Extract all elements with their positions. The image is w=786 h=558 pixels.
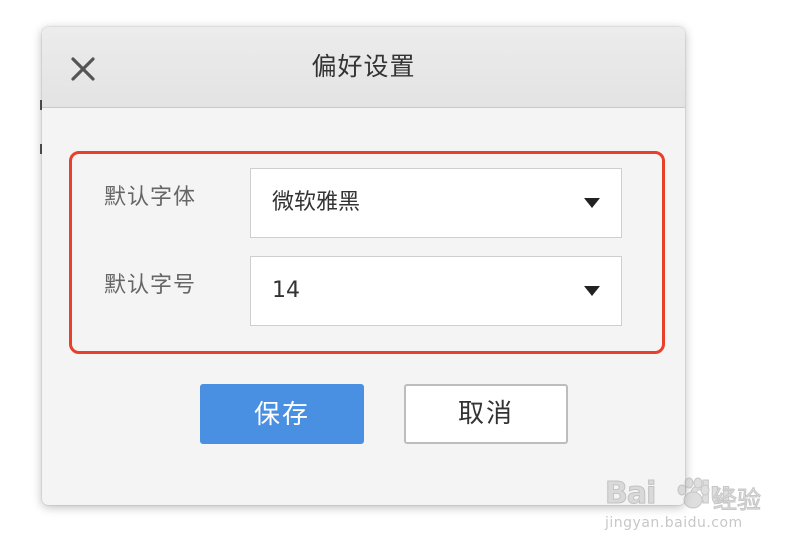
default-font-select[interactable]: 微软雅黑 [250, 168, 622, 238]
default-font-value: 微软雅黑 [272, 190, 361, 215]
close-button[interactable] [68, 54, 98, 84]
save-button[interactable]: 保存 [200, 384, 364, 444]
default-size-value: 14 [272, 278, 300, 303]
default-size-label: 默认字号 [104, 273, 197, 298]
page: 偏好设置 默认字体 微软雅黑 默认字号 14 保存 取消 Bai du 经验 j… [0, 0, 786, 558]
watermark-product: 经验 [713, 486, 762, 515]
cancel-button[interactable]: 取消 [404, 384, 568, 444]
caret-down-icon [584, 198, 600, 208]
watermark-url: jingyan.baidu.com [605, 515, 743, 531]
default-size-select[interactable]: 14 [250, 256, 622, 326]
close-icon [71, 57, 95, 81]
paw-icon [677, 477, 710, 509]
preferences-dialog: 偏好设置 默认字体 微软雅黑 默认字号 14 保存 取消 [42, 27, 685, 505]
default-font-label: 默认字体 [104, 185, 197, 210]
dialog-titlebar: 偏好设置 [42, 27, 685, 108]
dialog-title: 偏好设置 [311, 52, 416, 81]
caret-down-icon [584, 286, 600, 296]
baidu-jingyan-watermark: Bai du 经验 jingyan.baidu.com [604, 470, 765, 540]
